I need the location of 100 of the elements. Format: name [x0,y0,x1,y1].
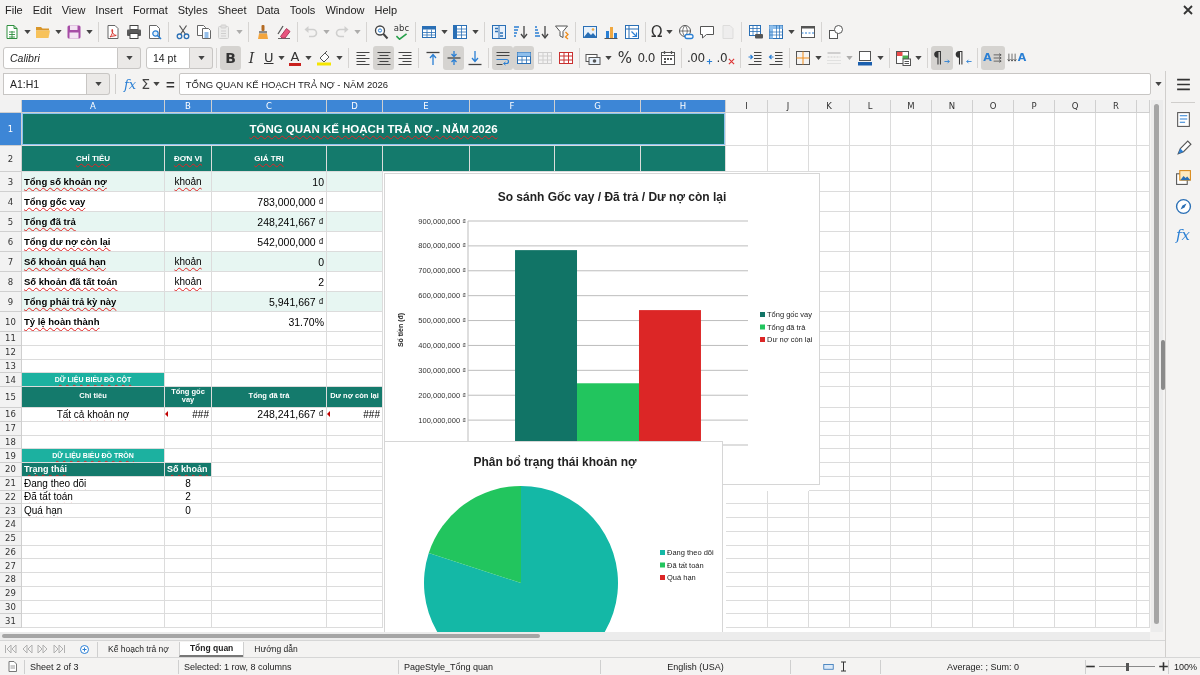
column-header[interactable]: O [973,100,1014,113]
scrollbar-thumb[interactable] [1154,104,1159,624]
zoom-percent[interactable]: 100% [1174,661,1198,672]
language-label[interactable]: English (USA) [667,661,724,672]
sidebar-grip[interactable] [1161,340,1165,390]
column-header[interactable]: P [1014,100,1055,113]
dropdown-button[interactable] [190,47,213,69]
column-header[interactable]: A [22,100,165,113]
font-size-field[interactable]: 14 pt [146,47,190,69]
table-cell [1096,146,1137,172]
functions-button[interactable]: fx [1170,222,1196,248]
menu-item[interactable]: View [56,1,91,18]
horizontal-scrollbar[interactable] [0,632,1150,640]
column-header[interactable]: Q [1055,100,1096,113]
number-format-button[interactable]: 0.0 [635,46,657,70]
row-header[interactable]: 4 [0,192,22,212]
vertical-scrollbar[interactable] [1151,100,1163,632]
sheet-tab[interactable]: Hướng dẫn [243,641,308,657]
align-center-button[interactable] [373,46,395,70]
row-header[interactable]: 10 [0,312,22,332]
sheet-tab[interactable]: Tổng quan [178,641,244,657]
table-cell [973,449,1014,463]
table-cell [768,545,809,560]
row-header[interactable]: 16 [0,408,22,422]
row-header[interactable]: 27 [0,559,22,573]
row-header[interactable]: 11 [0,332,22,346]
name-box[interactable]: A1:H1 [3,73,87,95]
right-to-left-button[interactable]: ¶ [952,46,975,70]
underline-button[interactable]: U [262,46,287,70]
clipboard-icon [216,24,232,40]
italic-button[interactable]: I [241,46,262,70]
table-cell [850,449,891,463]
scrollbar-thumb[interactable] [2,634,540,638]
row-header[interactable]: 15 [0,387,22,408]
menu-item[interactable]: Insert [90,1,128,18]
sheet-tab[interactable]: Kế hoạch trả nợ [97,641,179,657]
column-header[interactable]: L [850,100,891,113]
wrap-text-button[interactable] [492,46,514,70]
column-header[interactable]: F [470,100,555,113]
function-wizard-button[interactable]: fx [121,76,140,92]
slider-thumb[interactable] [1125,662,1129,671]
column-header[interactable]: M [891,100,932,113]
table-cell [809,545,850,560]
bold-button[interactable]: B [220,46,241,70]
formula-input[interactable]: TỔNG QUAN KẾ HOẠCH TRẢ NỢ - NĂM 2026 [178,73,1151,95]
row-header[interactable]: 14 [0,373,22,387]
row-header[interactable]: 19 [0,449,22,463]
stacked-text-button[interactable]: A [1004,46,1029,70]
formula-button[interactable]: = [162,75,179,93]
row-header[interactable]: 8 [0,272,22,292]
row-header[interactable]: 7 [0,252,22,272]
add-decimal-button[interactable]: .00 [685,46,715,70]
sum-button[interactable]: Σ [139,76,162,92]
font-name-field[interactable]: Calibri [3,47,118,69]
menu-item[interactable]: Format [127,1,173,18]
column-header[interactable]: H [641,100,726,113]
row-header[interactable]: 2 [0,146,22,172]
dropdown-button[interactable] [118,47,141,69]
row-header[interactable]: 1 [0,113,22,146]
plus-icon[interactable] [1158,661,1169,672]
row-header[interactable]: 9 [0,292,22,312]
row-header[interactable]: 28 [0,573,22,587]
column-header[interactable]: C [212,100,327,113]
column-header[interactable]: J [768,100,809,113]
column-header[interactable]: R [1096,100,1137,113]
spelling-button[interactable]: abc [391,20,412,44]
column-header[interactable]: E [383,100,470,113]
merge-center-button[interactable] [513,46,535,70]
add-sheet-icon[interactable] [80,644,89,654]
column-header[interactable]: I [726,100,768,113]
row-header[interactable]: 3 [0,172,22,192]
column-header[interactable]: N [932,100,973,113]
special-character-button[interactable]: Ω [649,20,676,44]
font-color-button[interactable]: A [286,46,315,70]
menu-item[interactable]: Data [251,1,285,18]
menu-item[interactable]: Styles [172,1,213,18]
delete-decimal-button[interactable]: .0 [714,46,738,70]
chart-title: So sánh Gốc vay / Đã trả / Dư nợ còn lại [497,190,727,204]
row-header[interactable]: 23 [0,504,22,518]
menu-item[interactable]: Help [369,1,403,18]
row-header[interactable]: 6 [0,232,22,252]
column-header[interactable]: B [165,100,212,113]
align-middle-button[interactable] [443,46,465,70]
column-header[interactable]: G [555,100,641,113]
row-header[interactable]: 31 [0,614,22,628]
left-to-right-button[interactable]: ¶ [931,46,953,70]
close-button[interactable] [1182,3,1194,16]
menu-item[interactable]: Edit [27,1,57,18]
menu-item[interactable]: Window [320,1,370,18]
menu-item[interactable]: Tools [284,1,321,18]
row-header[interactable]: 5 [0,212,22,232]
row-header[interactable]: 20 [0,463,22,477]
dropdown-button[interactable] [87,73,110,95]
menu-item[interactable]: File [0,1,28,18]
column-header[interactable]: K [809,100,850,113]
menu-item[interactable]: Sheet [212,1,252,18]
column-header[interactable]: D [327,100,383,113]
row-header[interactable]: 24 [0,518,22,532]
arrows-right-icon [992,52,1003,64]
percent-button[interactable]: % [614,46,636,70]
